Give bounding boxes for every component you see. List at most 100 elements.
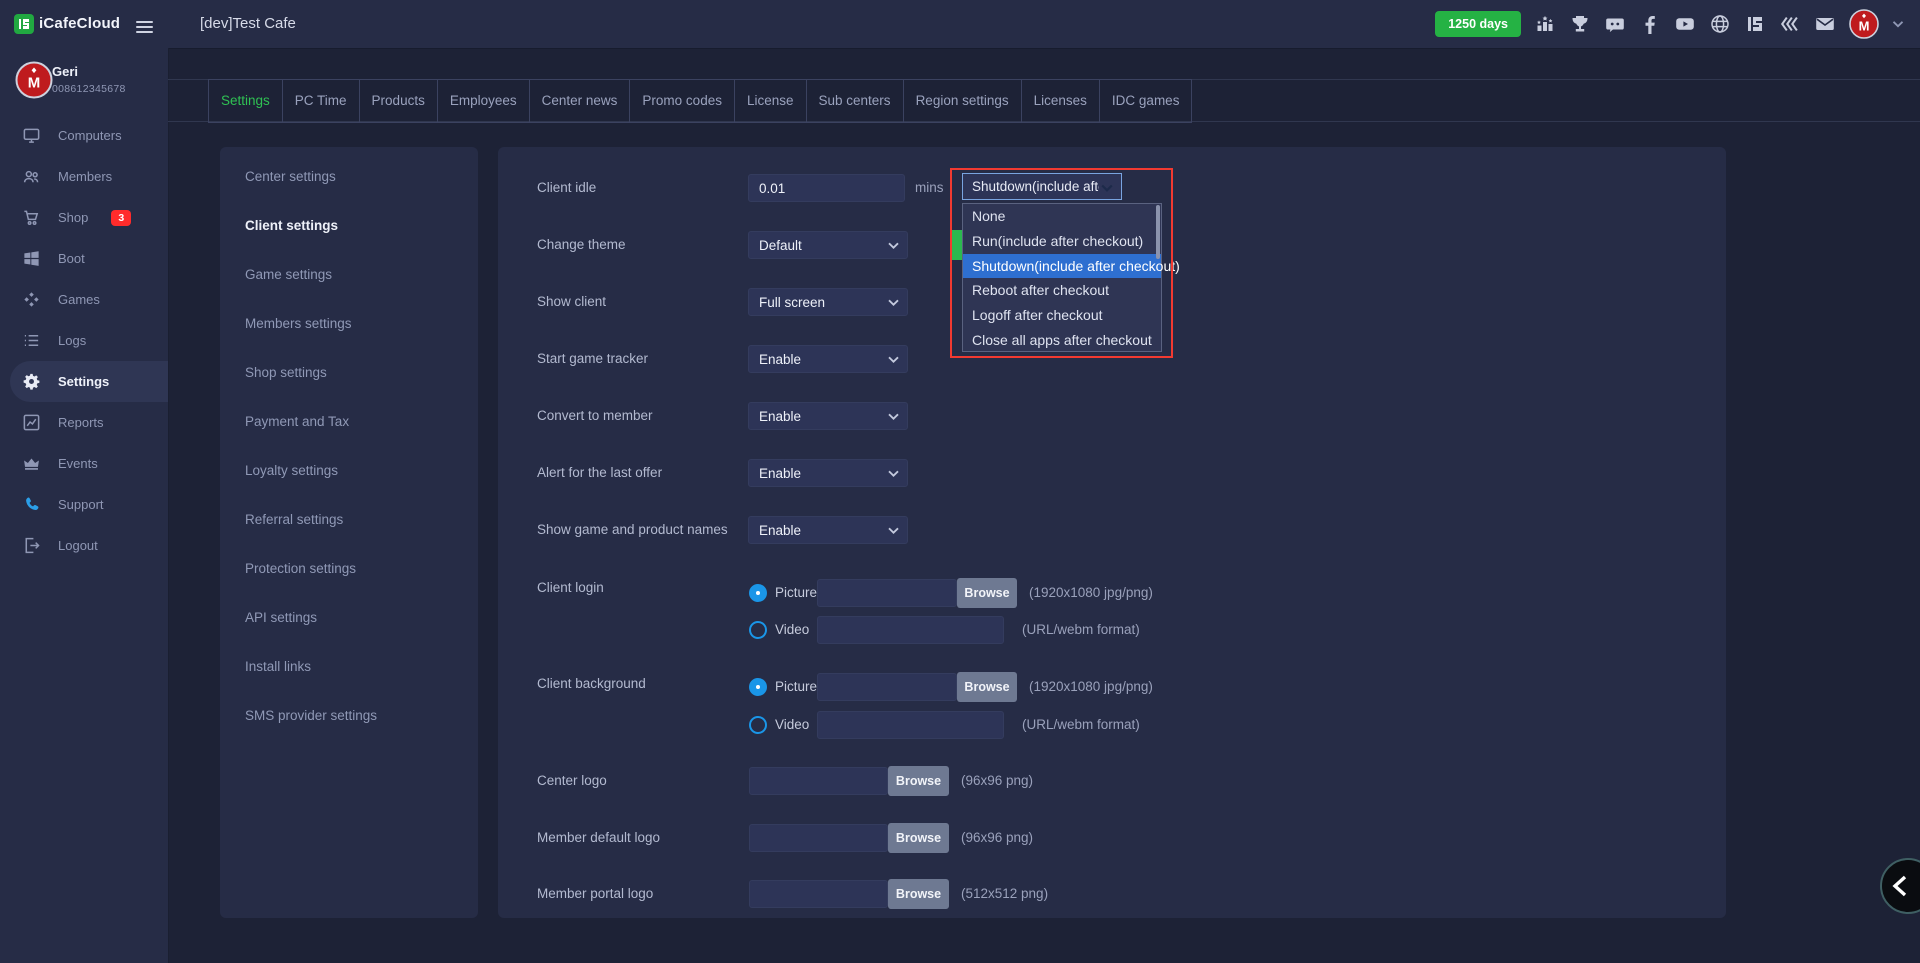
option-close-all-apps[interactable]: Close all apps after checkout: [963, 328, 1161, 353]
client-login-picture-hint: (1920x1080 jpg/png): [1029, 584, 1153, 602]
chat-toggle-button[interactable]: [1880, 858, 1920, 914]
icafe-icon[interactable]: [1744, 13, 1766, 35]
user-avatar[interactable]: M: [1849, 9, 1879, 39]
member-default-logo-browse-button[interactable]: Browse: [888, 823, 949, 853]
tab-region-settings[interactable]: Region settings: [903, 79, 1022, 123]
option-none[interactable]: None: [963, 204, 1161, 229]
tab-employees[interactable]: Employees: [437, 79, 530, 123]
client-login-video-radio[interactable]: [749, 621, 767, 639]
phone-icon: [22, 495, 41, 514]
settings-menu-shop-settings[interactable]: Shop settings: [220, 348, 478, 397]
tab-pc-time[interactable]: PC Time: [282, 79, 360, 123]
show-client-label: Show client: [537, 293, 606, 311]
layers-icon[interactable]: [1779, 13, 1801, 35]
client-idle-action-options: None Run(include after checkout) Shutdow…: [962, 203, 1162, 352]
list-icon: [22, 331, 41, 350]
tab-licenses[interactable]: Licenses: [1021, 79, 1100, 123]
client-background-picture-browse-button[interactable]: Browse: [957, 672, 1017, 702]
sidebar-item-support[interactable]: Support: [0, 484, 168, 525]
settings-menu-loyalty-settings[interactable]: Loyalty settings: [220, 446, 478, 495]
center-logo-browse-button[interactable]: Browse: [888, 766, 949, 796]
tab-center-news[interactable]: Center news: [529, 79, 631, 123]
settings-menu-client-settings[interactable]: Client settings: [220, 201, 478, 250]
client-login-picture-browse-button[interactable]: Browse: [957, 578, 1017, 608]
settings-menu-protection-settings[interactable]: Protection settings: [220, 544, 478, 593]
sidebar-item-shop[interactable]: Shop 3: [0, 197, 168, 238]
settings-menu-api-settings[interactable]: API settings: [220, 593, 478, 642]
trophy-icon[interactable]: [1569, 13, 1591, 35]
member-portal-logo-browse-button[interactable]: Browse: [888, 879, 949, 909]
tab-products[interactable]: Products: [359, 79, 438, 123]
option-logoff-after-checkout[interactable]: Logoff after checkout: [963, 303, 1161, 328]
sidebar-nav: Computers Members Shop 3 Boot Games L: [0, 115, 168, 566]
youtube-icon[interactable]: [1674, 13, 1696, 35]
client-background-video-radio[interactable]: [749, 716, 767, 734]
sidebar-item-boot[interactable]: Boot: [0, 238, 168, 279]
client-background-video-url-input[interactable]: [817, 711, 1004, 739]
mail-icon[interactable]: [1814, 13, 1836, 35]
sidebar-item-label: Reports: [58, 415, 104, 430]
sidebar-item-events[interactable]: Events: [0, 443, 168, 484]
client-background-picture-radio[interactable]: [749, 678, 767, 696]
member-default-logo-file-input[interactable]: [749, 824, 888, 852]
client-idle-input[interactable]: 0.01: [748, 174, 905, 202]
client-background-picture-file-input[interactable]: [817, 673, 957, 701]
show-game-product-names-label: Show game and product names: [537, 521, 728, 539]
tab-settings[interactable]: Settings: [208, 79, 283, 123]
globe-icon[interactable]: [1709, 13, 1731, 35]
center-logo-file-input[interactable]: [749, 767, 888, 795]
convert-to-member-select[interactable]: Enable: [748, 402, 908, 430]
convert-to-member-label: Convert to member: [537, 407, 653, 425]
client-login-picture-file-input[interactable]: [817, 579, 957, 607]
sidebar-item-label: Shop: [58, 210, 88, 225]
option-reboot-after-checkout[interactable]: Reboot after checkout: [963, 278, 1161, 303]
sidebar-item-computers[interactable]: Computers: [0, 115, 168, 156]
option-run-after-checkout[interactable]: Run(include after checkout): [963, 229, 1161, 254]
change-theme-select[interactable]: Default: [748, 231, 908, 259]
tab-idc-games[interactable]: IDC games: [1099, 79, 1193, 123]
tab-sub-centers[interactable]: Sub centers: [806, 79, 904, 123]
green-swatch: [951, 230, 962, 260]
show-client-select[interactable]: Full screen: [748, 288, 908, 316]
show-game-product-names-select[interactable]: Enable: [748, 516, 908, 544]
client-login-video-radio-label: Video: [775, 621, 809, 639]
member-portal-logo-file-input[interactable]: [749, 880, 888, 908]
chevron-down-icon: [1101, 184, 1113, 192]
sidebar-item-members[interactable]: Members: [0, 156, 168, 197]
settings-menu-center-settings[interactable]: Center settings: [220, 152, 478, 201]
settings-menu-referral-settings[interactable]: Referral settings: [220, 495, 478, 544]
sidebar-item-settings[interactable]: Settings: [10, 361, 168, 402]
menu-toggle-icon[interactable]: [136, 18, 153, 36]
client-login-picture-radio[interactable]: [749, 584, 767, 602]
sidebar-item-games[interactable]: Games: [0, 279, 168, 320]
option-shutdown-after-checkout[interactable]: Shutdown(include after checkout): [963, 254, 1161, 279]
settings-menu-members-settings[interactable]: Members settings: [220, 299, 478, 348]
sidebar-avatar[interactable]: M: [15, 61, 53, 99]
member-portal-logo-hint: (512x512 png): [961, 885, 1048, 903]
tab-promo-codes[interactable]: Promo codes: [629, 79, 735, 123]
facebook-icon[interactable]: [1639, 13, 1661, 35]
sidebar-item-label: Games: [58, 292, 100, 307]
client-login-video-url-input[interactable]: [817, 616, 1004, 644]
tab-license[interactable]: License: [734, 79, 807, 123]
settings-menu-sms-provider-settings[interactable]: SMS provider settings: [220, 691, 478, 740]
chevron-down-icon: [888, 356, 899, 363]
sidebar-item-logs[interactable]: Logs: [0, 320, 168, 361]
chart-icon: [22, 413, 41, 432]
settings-menu-install-links[interactable]: Install links: [220, 642, 478, 691]
settings-menu-game-settings[interactable]: Game settings: [220, 250, 478, 299]
sidebar-item-label: Events: [58, 456, 98, 471]
chevron-down-icon[interactable]: [1892, 20, 1904, 28]
client-idle-action-select[interactable]: Shutdown(include after: [962, 173, 1122, 200]
license-days-badge[interactable]: 1250 days: [1435, 11, 1521, 37]
settings-menu-payment-and-tax[interactable]: Payment and Tax: [220, 397, 478, 446]
discord-icon[interactable]: [1604, 13, 1626, 35]
alert-last-offer-select[interactable]: Enable: [748, 459, 908, 487]
dropdown-scrollbar-thumb[interactable]: [1156, 205, 1160, 259]
members-icon: [22, 167, 41, 186]
sidebar-item-label: Members: [58, 169, 112, 184]
start-game-tracker-select[interactable]: Enable: [748, 345, 908, 373]
ranking-icon[interactable]: [1534, 13, 1556, 35]
sidebar-item-reports[interactable]: Reports: [0, 402, 168, 443]
sidebar-item-logout[interactable]: Logout: [0, 525, 168, 566]
